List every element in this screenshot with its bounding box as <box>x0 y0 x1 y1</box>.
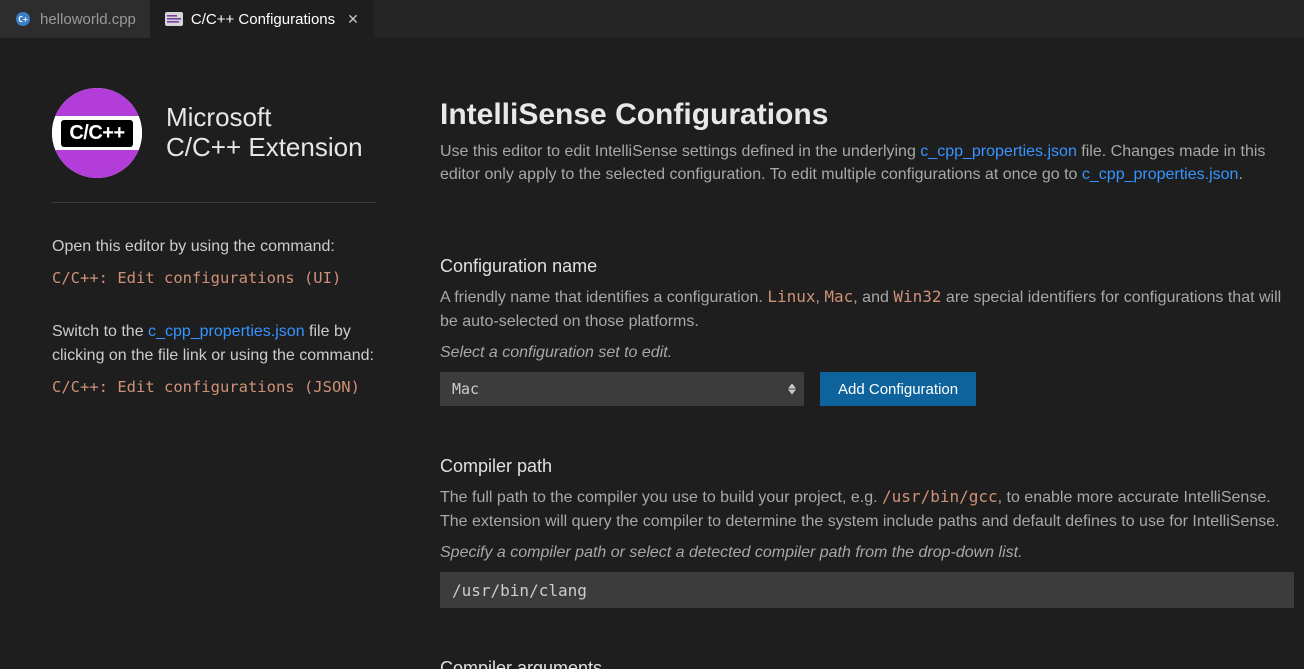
sidebar: C/C++ Microsoft C/C++ Extension Open thi… <box>0 38 400 669</box>
page-intro: Use this editor to edit IntelliSense set… <box>440 140 1294 186</box>
section-title: Configuration name <box>440 256 1294 277</box>
section-subinstruction: Specify a compiler path or select a dete… <box>440 544 1294 562</box>
cpp-file-icon: C+ <box>14 10 32 28</box>
section-configuration-name: Configuration name A friendly name that … <box>440 256 1294 406</box>
svg-text:C+: C+ <box>18 15 28 24</box>
command-ui: C/C++: Edit configurations (UI) <box>52 269 341 287</box>
properties-json-link[interactable]: c_cpp_properties.json <box>920 143 1077 160</box>
add-configuration-button[interactable]: Add Configuration <box>820 372 976 406</box>
section-compiler-arguments: Compiler arguments Compiler arguments to… <box>440 658 1294 669</box>
command-json: C/C++: Edit configurations (JSON) <box>52 378 360 396</box>
switch-json-instructions: Switch to the c_cpp_properties.json file… <box>52 320 376 401</box>
properties-json-link[interactable]: c_cpp_properties.json <box>148 323 305 340</box>
section-description: A friendly name that identifies a config… <box>440 285 1294 334</box>
configuration-select-wrap: Mac <box>440 372 804 406</box>
main-content: IntelliSense Configurations Use this edi… <box>400 38 1304 669</box>
tab-bar: C+ helloworld.cpp C/C++ Configurations ✕ <box>0 0 1304 38</box>
tab-bar-spacer <box>374 0 1304 38</box>
open-editor-text: Open this editor by using the command: <box>52 235 376 260</box>
section-description: The full path to the compiler you use to… <box>440 485 1294 534</box>
compiler-path-input[interactable] <box>440 572 1294 608</box>
tab-label: helloworld.cpp <box>40 11 136 28</box>
extension-header: C/C++ Microsoft C/C++ Extension <box>52 88 376 178</box>
configuration-select[interactable]: Mac <box>440 372 804 406</box>
extension-logo-icon: C/C++ <box>52 88 142 178</box>
properties-json-link[interactable]: c_cpp_properties.json <box>1082 166 1239 183</box>
section-compiler-path: Compiler path The full path to the compi… <box>440 456 1294 608</box>
switch-text: Switch to the c_cpp_properties.json file… <box>52 320 376 370</box>
tab-configurations[interactable]: C/C++ Configurations ✕ <box>151 0 374 38</box>
divider <box>52 202 376 203</box>
section-title: Compiler path <box>440 456 1294 477</box>
section-title: Compiler arguments <box>440 658 1294 669</box>
section-subinstruction: Select a configuration set to edit. <box>440 344 1294 362</box>
tab-helloworld[interactable]: C+ helloworld.cpp <box>0 0 151 38</box>
tab-label: C/C++ Configurations <box>191 11 335 28</box>
page-title: IntelliSense Configurations <box>440 98 1294 132</box>
extension-title: Microsoft C/C++ Extension <box>166 103 363 163</box>
close-icon[interactable]: ✕ <box>347 11 359 28</box>
settings-page-icon <box>165 10 183 28</box>
open-editor-instructions: Open this editor by using the command: C… <box>52 235 376 292</box>
